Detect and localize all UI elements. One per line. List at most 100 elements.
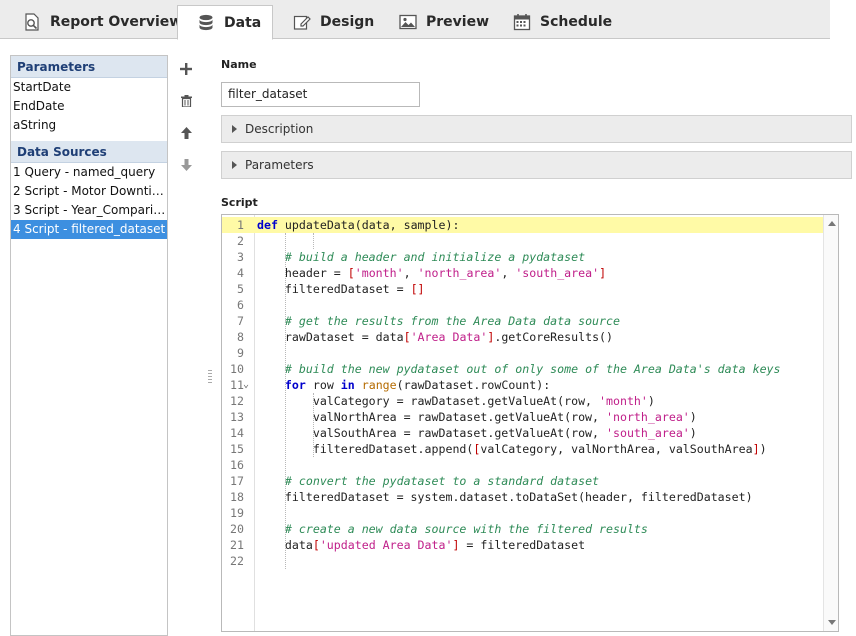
name-label: Name: [221, 58, 257, 71]
editor-scrollbar[interactable]: [823, 215, 838, 631]
code-line[interactable]: 10 # build the new pydataset out of only…: [222, 361, 824, 377]
report-overview-icon: [22, 12, 42, 32]
tab-preview[interactable]: Preview: [398, 5, 489, 39]
line-number: 8: [222, 329, 244, 345]
code-text: data['updated Area Data'] = filteredData…: [257, 537, 585, 553]
panel-splitter-handle[interactable]: [208, 370, 212, 384]
move-up-button[interactable]: [177, 125, 195, 143]
chevron-right-icon: [232, 125, 237, 133]
code-line[interactable]: 1 def updateData(data, sample):: [222, 217, 824, 233]
description-collapsible[interactable]: Description: [221, 115, 852, 143]
parameter-item-startdate[interactable]: StartDate: [11, 78, 167, 97]
line-number: 1: [222, 217, 244, 233]
add-button[interactable]: [177, 61, 195, 79]
code-text: # get the results from the Area Data dat…: [257, 313, 620, 329]
code-text: header = ['month', 'north_area', 'south_…: [257, 265, 606, 281]
design-pencil-icon: [292, 12, 312, 32]
code-line[interactable]: 11⌄ for row in range(rawDataset.rowCount…: [222, 377, 824, 393]
database-icon: [196, 13, 216, 33]
line-number: 16: [222, 457, 244, 473]
tab-label: Design: [320, 14, 374, 30]
indent-guide: [313, 233, 314, 249]
code-line[interactable]: 17 # convert the pydataset to a standard…: [222, 473, 824, 489]
code-line[interactable]: 8 rawDataset = data['Area Data'].getCore…: [222, 329, 824, 345]
delete-button[interactable]: [177, 93, 195, 111]
code-text: # create a new data source with the filt…: [257, 521, 648, 537]
line-number: 22: [222, 553, 244, 569]
code-line[interactable]: 5 filteredDataset = []: [222, 281, 824, 297]
scroll-up-icon[interactable]: [828, 221, 836, 226]
line-number: 4: [222, 265, 244, 281]
code-text: for row in range(rawDataset.rowCount):: [257, 377, 550, 393]
code-text: # build the new pydataset out of only so…: [257, 361, 781, 377]
trash-icon: [181, 95, 192, 110]
code-line[interactable]: 7 # get the results from the Area Data d…: [222, 313, 824, 329]
line-number: 9: [222, 345, 244, 361]
tab-bar: Report Overview Data Design Preview Sche…: [0, 0, 830, 39]
data-source-item-2[interactable]: 2 Script - Motor Downtime: [11, 182, 167, 201]
line-number: 15: [222, 441, 244, 457]
left-panel: Parameters StartDate EndDate aString Dat…: [10, 55, 168, 636]
tab-report-overview[interactable]: Report Overview: [22, 5, 182, 39]
arrow-up-icon: [181, 127, 192, 142]
line-number: 11: [222, 377, 244, 393]
code-line[interactable]: 6: [222, 297, 824, 313]
fold-chevron-icon[interactable]: ⌄: [243, 377, 249, 393]
data-source-item-1[interactable]: 1 Query - named_query: [11, 163, 167, 182]
line-number: 20: [222, 521, 244, 537]
tab-schedule[interactable]: Schedule: [512, 5, 612, 39]
code-text: # build a header and initialize a pydata…: [257, 249, 585, 265]
code-text: valNorthArea = rawDataset.getValueAt(row…: [257, 409, 697, 425]
code-text: filteredDataset.append([valCategory, val…: [257, 441, 767, 457]
code-line[interactable]: 22: [222, 553, 824, 569]
calendar-icon: [512, 12, 532, 32]
image-preview-icon: [398, 12, 418, 32]
code-line[interactable]: 20 # create a new data source with the f…: [222, 521, 824, 537]
script-label: Script: [221, 196, 258, 209]
add-icon: [180, 63, 192, 78]
code-line[interactable]: 16: [222, 457, 824, 473]
code-line[interactable]: 9: [222, 345, 824, 361]
parameters-header: Parameters: [11, 56, 167, 78]
line-number: 10: [222, 361, 244, 377]
tab-design[interactable]: Design: [292, 5, 374, 39]
line-number: 18: [222, 489, 244, 505]
parameters-label: Parameters: [245, 158, 314, 172]
code-text: filteredDataset = system.dataset.toDataS…: [257, 489, 753, 505]
line-number: 13: [222, 409, 244, 425]
code-line[interactable]: 3 # build a header and initialize a pyda…: [222, 249, 824, 265]
arrow-down-icon: [181, 159, 192, 174]
code-text: def updateData(data, sample):: [257, 217, 459, 233]
name-input[interactable]: filter_dataset: [221, 82, 420, 107]
data-source-item-3[interactable]: 3 Script - Year_Comparison: [11, 201, 167, 220]
parameter-item-astring[interactable]: aString: [11, 116, 167, 135]
line-number: 14: [222, 425, 244, 441]
code-line[interactable]: 19: [222, 505, 824, 521]
line-number: 5: [222, 281, 244, 297]
code-text: rawDataset = data['Area Data'].getCoreRe…: [257, 329, 613, 345]
tab-label: Schedule: [540, 14, 612, 30]
data-source-item-4[interactable]: 4 Script - filtered_dataset: [11, 220, 167, 239]
script-editor[interactable]: 1def updateData(data, sample):23 # build…: [221, 214, 839, 632]
line-number: 21: [222, 537, 244, 553]
indent-guide: [313, 393, 314, 457]
code-line[interactable]: 18 filteredDataset = system.dataset.toDa…: [222, 489, 824, 505]
tab-data[interactable]: Data: [177, 5, 273, 40]
line-number: 3: [222, 249, 244, 265]
line-number: 19: [222, 505, 244, 521]
code-line[interactable]: 21 data['updated Area Data'] = filteredD…: [222, 537, 824, 553]
move-down-button[interactable]: [177, 157, 195, 175]
code-line[interactable]: 4 header = ['month', 'north_area', 'sout…: [222, 265, 824, 281]
chevron-right-icon: [232, 161, 237, 169]
data-sources-header: Data Sources: [11, 141, 167, 163]
parameters-collapsible[interactable]: Parameters: [221, 151, 852, 179]
indent-guide: [285, 233, 286, 569]
code-text: valSouthArea = rawDataset.getValueAt(row…: [257, 425, 697, 441]
code-text: valCategory = rawDataset.getValueAt(row,…: [257, 393, 655, 409]
parameter-item-enddate[interactable]: EndDate: [11, 97, 167, 116]
tab-label: Preview: [426, 14, 489, 30]
tab-label: Data: [224, 15, 261, 31]
scroll-down-icon[interactable]: [828, 620, 836, 625]
code-text: # convert the pydataset to a standard da…: [257, 473, 599, 489]
line-number: 17: [222, 473, 244, 489]
